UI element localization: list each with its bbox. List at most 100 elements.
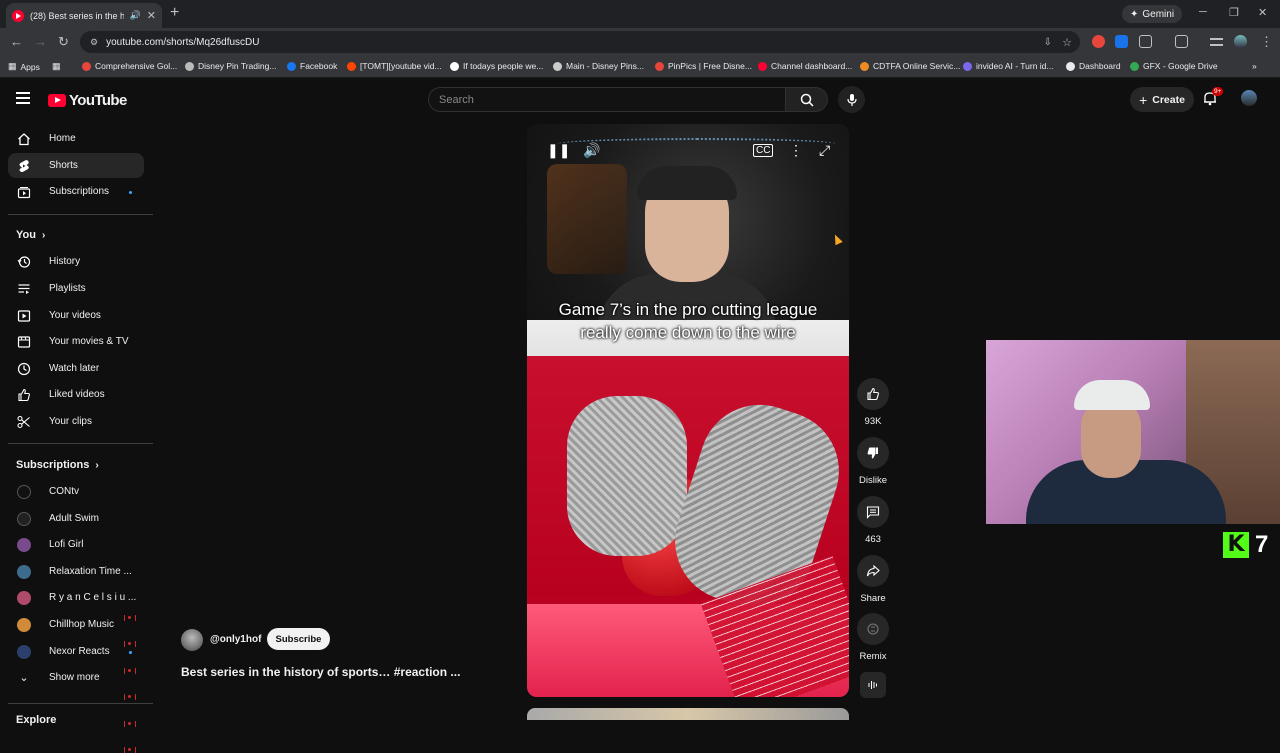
bookmark-label: invideo AI - Turn id... — [976, 61, 1054, 71]
bookmark-label: [TOMT][youtube vid... — [360, 61, 442, 71]
remix-button[interactable]: Remix — [857, 613, 889, 662]
logo-text: YouTube — [69, 92, 127, 109]
chevron-down-icon: ⌄ — [19, 672, 29, 684]
bookmark-item[interactable]: invideo AI - Turn id... — [963, 61, 1053, 71]
fullscreen-icon[interactable]: ⤢ — [819, 142, 830, 159]
tab-title: (28) Best series in the histo — [30, 10, 124, 21]
section-title: Subscriptions — [16, 459, 90, 471]
sound-button[interactable] — [860, 672, 886, 698]
extension-red-icon[interactable] — [1092, 35, 1105, 48]
maximize-icon[interactable]: ❐ — [1229, 6, 1239, 19]
bookmarks-overflow-icon[interactable]: » — [1252, 61, 1257, 71]
bookmark-item[interactable]: Comprehensive Gol... — [82, 61, 177, 71]
search-icon — [800, 93, 814, 107]
guide-menu-icon[interactable] — [16, 92, 30, 104]
create-button[interactable]: + Create — [1130, 87, 1194, 112]
channel-avatar[interactable] — [181, 629, 203, 651]
bookmark-item[interactable]: Main - Disney Pins... — [553, 61, 644, 71]
bookmark-item[interactable]: Facebook — [287, 61, 337, 71]
bookmark-label: Facebook — [300, 61, 338, 71]
search-input[interactable]: Search — [428, 87, 786, 112]
sidebar-sub-adult-swim[interactable]: Adult Swim — [8, 506, 144, 531]
like-icon — [867, 387, 879, 401]
next-short-preview[interactable] — [527, 708, 849, 720]
sidebar-sub-contv[interactable]: CONtv — [8, 479, 144, 504]
invideo-icon — [963, 61, 972, 71]
bookmark-tab-groups[interactable]: ▦ — [52, 61, 61, 72]
sidebar-item-watch-later[interactable]: Watch later — [8, 356, 144, 381]
bookmark-apps[interactable]: ▦ Apps — [8, 61, 40, 72]
webcam-person-face — [1081, 398, 1141, 478]
sidebar-sub-nexor-reacts[interactable]: Nexor Reacts — [8, 639, 144, 664]
window-close-icon[interactable]: ✕ — [1258, 6, 1267, 19]
sidebar-item-subscriptions[interactable]: Subscriptions — [8, 179, 144, 204]
sidebar-show-more[interactable]: ⌄ Show more — [8, 665, 144, 690]
minimize-icon[interactable]: ─ — [1199, 6, 1207, 18]
install-app-icon[interactable]: ⇩ — [1044, 37, 1052, 48]
sidebar-item-movies-tv[interactable]: Your movies & TV — [8, 329, 144, 354]
media-controls-icon[interactable] — [1210, 38, 1223, 46]
sidebar-item-your-clips[interactable]: Your clips — [8, 409, 144, 434]
browser-tab[interactable]: (28) Best series in the histo 🔊 ✕ — [6, 3, 162, 28]
bookmark-item[interactable]: GFX - Google Drive — [1130, 61, 1218, 71]
tab-audio-icon[interactable]: 🔊 — [130, 10, 141, 21]
sidebar-you-heading[interactable]: You › — [16, 229, 45, 241]
extension-blue-icon[interactable] — [1115, 35, 1128, 48]
subscribe-button[interactable]: Subscribe — [267, 628, 330, 650]
sidebar-sub-chillhop-music[interactable]: Chillhop Music — [8, 612, 144, 637]
kick-logo-icon: K — [1223, 532, 1249, 558]
bookmark-item[interactable]: CDTFA Online Servic... — [860, 61, 960, 71]
channel-handle[interactable]: @only1hof — [210, 634, 261, 645]
sidebar-item-history[interactable]: History — [8, 249, 144, 274]
forward-arrow-icon[interactable]: → — [34, 34, 47, 49]
youtube-logo[interactable]: YouTube — [48, 92, 127, 109]
microphone-icon — [846, 93, 857, 106]
chrome-menu-icon[interactable]: ⋮ — [1260, 34, 1273, 50]
voice-search-button[interactable] — [838, 86, 865, 113]
search-button[interactable] — [786, 87, 828, 112]
sidebar-item-your-videos[interactable]: Your videos — [8, 303, 144, 328]
bookmark-item[interactable]: PinPics | Free Disne... — [655, 61, 752, 71]
sidebar-item-shorts[interactable]: Shorts — [8, 153, 144, 178]
shorts-player[interactable]: Game 7’s in the pro cutting league reall… — [527, 124, 849, 697]
bookmark-item[interactable]: If todays people we... — [450, 61, 543, 71]
bookmark-item[interactable]: Dashboard — [1066, 61, 1121, 71]
gemini-button[interactable]: ✦ Gemini — [1122, 5, 1183, 23]
bookmark-star-icon[interactable]: ☆ — [1062, 36, 1072, 49]
sidebar-divider — [8, 703, 153, 704]
bookmark-item[interactable]: Channel dashboard... — [758, 61, 852, 71]
site-info-icon[interactable]: ⚙ — [90, 37, 98, 48]
video-title[interactable]: Best series in the history of sports… #r… — [181, 665, 460, 679]
sidebar-divider — [8, 214, 153, 215]
sidebar-item-liked-videos[interactable]: Liked videos — [8, 382, 144, 407]
share-button[interactable]: Share — [857, 555, 889, 604]
volume-icon[interactable]: 🔊 — [583, 142, 600, 159]
bookmark-label: Disney Pin Trading... — [198, 61, 277, 71]
more-options-icon[interactable]: ⋮ — [789, 142, 803, 159]
audio-waveform-icon — [868, 681, 877, 689]
sidebar-sub-relaxation-time[interactable]: Relaxation Time ... — [8, 559, 144, 584]
sidebar-sub-lofi-girl[interactable]: Lofi Girl — [8, 532, 144, 557]
side-panel-icon[interactable] — [1175, 35, 1188, 48]
dislike-button[interactable]: Dislike — [857, 437, 889, 486]
address-bar[interactable]: ⚙ youtube.com/shorts/Mq26dfuscDU ⇩ ☆ — [80, 31, 1080, 53]
extensions-puzzle-icon[interactable] — [1139, 35, 1152, 48]
shorts-icon — [19, 159, 29, 172]
profile-avatar-icon[interactable] — [1234, 35, 1247, 48]
your-videos-icon — [17, 309, 31, 322]
reload-icon[interactable]: ↻ — [58, 34, 69, 50]
bookmark-item[interactable]: Disney Pin Trading... — [185, 61, 276, 71]
sidebar-sub-ryancelsius[interactable]: R y a n C e l s i u ... — [8, 585, 144, 610]
new-tab-button[interactable]: + — [170, 4, 179, 22]
pause-icon[interactable]: ❚❚ — [547, 142, 570, 159]
sidebar-item-home[interactable]: Home — [8, 126, 144, 151]
sidebar-subscriptions-heading[interactable]: Subscriptions › — [16, 459, 99, 471]
account-avatar[interactable] — [1241, 90, 1257, 106]
like-button[interactable]: 93K — [857, 378, 889, 427]
bookmark-item[interactable]: [TOMT][youtube vid... — [347, 61, 442, 71]
back-arrow-icon[interactable]: ← — [10, 34, 23, 49]
sidebar-item-playlists[interactable]: Playlists — [8, 276, 144, 301]
closed-captions-icon[interactable]: CC — [753, 144, 774, 157]
comments-button[interactable]: 463 — [857, 496, 889, 545]
tab-close-icon[interactable]: ✕ — [147, 9, 156, 22]
